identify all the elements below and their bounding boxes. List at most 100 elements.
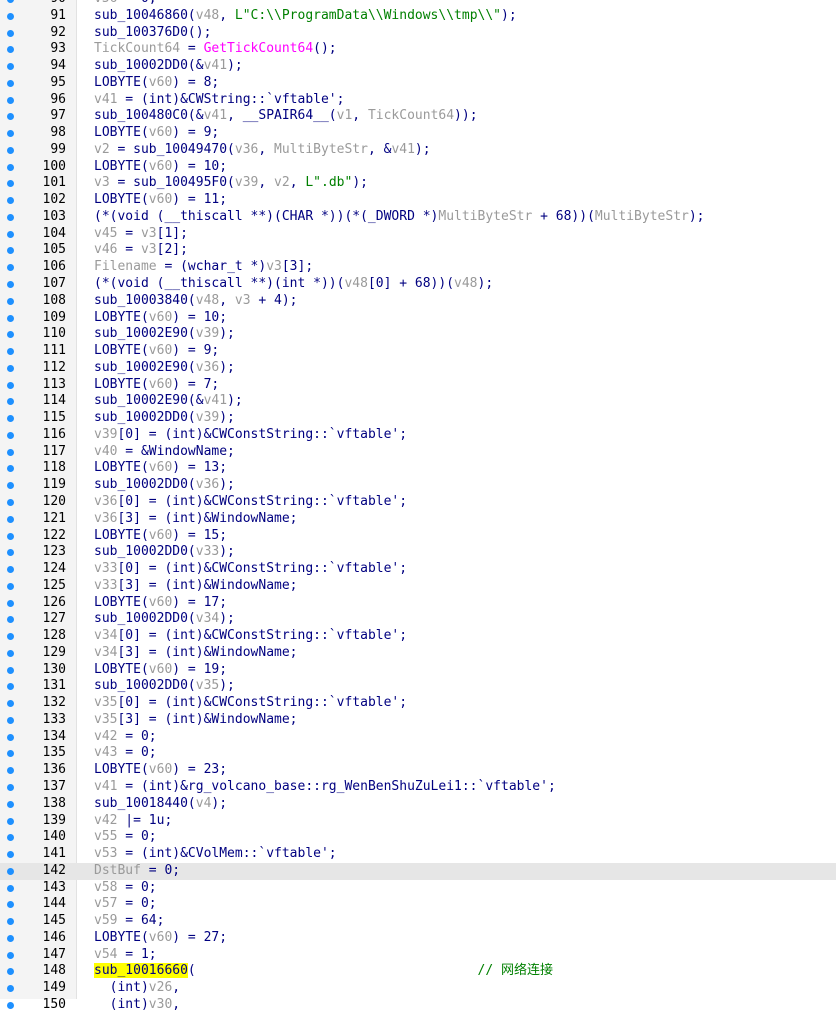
breakpoint-dot-icon[interactable] <box>7 398 14 406</box>
breakpoint-dot-icon[interactable] <box>7 666 14 674</box>
code-line[interactable]: 97 sub_100480C0(&v41, __SPAIR64__(v1, Tic… <box>0 108 836 125</box>
breakpoint-dot-icon[interactable] <box>7 985 14 993</box>
breakpoint-dot-icon[interactable] <box>7 331 14 339</box>
breakpoint-dot-icon[interactable] <box>7 364 14 372</box>
code-line[interactable]: 125 v33[3] = (int)&WindowName; <box>0 578 836 595</box>
breakpoint-dot-icon[interactable] <box>7 465 14 473</box>
breakpoint-dot-icon[interactable] <box>7 616 14 624</box>
breakpoint-dot-icon[interactable] <box>7 800 14 808</box>
breakpoint-dot-icon[interactable] <box>7 297 14 305</box>
breakpoint-dot-icon[interactable] <box>7 0 14 3</box>
breakpoint-dot-icon[interactable] <box>7 197 14 205</box>
code-line[interactable]: 112 sub_10002E90(v36); <box>0 360 836 377</box>
code-line[interactable]: 131 sub_10002DD0(v35); <box>0 678 836 695</box>
breakpoint-dot-icon[interactable] <box>7 264 14 272</box>
code-line[interactable]: 115 sub_10002DD0(v39); <box>0 410 836 427</box>
breakpoint-dot-icon[interactable] <box>7 96 14 104</box>
breakpoint-dot-icon[interactable] <box>7 783 14 791</box>
breakpoint-dot-icon[interactable] <box>7 348 14 356</box>
code-line[interactable]: 98 LOBYTE(v60) = 9; <box>0 125 836 142</box>
breakpoint-dot-icon[interactable] <box>7 968 14 976</box>
breakpoint-dot-icon[interactable] <box>7 163 14 171</box>
breakpoint-dot-icon[interactable] <box>7 599 14 607</box>
code-line[interactable]: 101 v3 = sub_100495F0(v39, v2, L".db"); <box>0 175 836 192</box>
code-line[interactable]: 138 sub_10018440(v4); <box>0 796 836 813</box>
breakpoint-dot-icon[interactable] <box>7 532 14 540</box>
code-line[interactable]: 142 DstBuf = 0; <box>0 862 836 880</box>
breakpoint-dot-icon[interactable] <box>7 582 14 590</box>
breakpoint-dot-icon[interactable] <box>7 63 14 71</box>
breakpoint-dot-icon[interactable] <box>7 549 14 557</box>
code-line[interactable]: 134 v42 = 0; <box>0 729 836 746</box>
breakpoint-dot-icon[interactable] <box>7 230 14 238</box>
breakpoint-dot-icon[interactable] <box>7 381 14 389</box>
breakpoint-dot-icon[interactable] <box>7 867 14 875</box>
code-line[interactable]: 123 sub_10002DD0(v33); <box>0 544 836 561</box>
breakpoint-dot-icon[interactable] <box>7 213 14 221</box>
breakpoint-dot-icon[interactable] <box>7 817 14 825</box>
code-line[interactable]: 150 (int)v30, <box>0 997 836 1014</box>
code-line[interactable]: 104 v45 = v3[1]; <box>0 226 836 243</box>
breakpoint-dot-icon[interactable] <box>7 901 14 909</box>
breakpoint-dot-icon[interactable] <box>7 29 14 37</box>
code-line[interactable]: 129 v34[3] = (int)&WindowName; <box>0 645 836 662</box>
code-line[interactable]: 109 LOBYTE(v60) = 10; <box>0 310 836 327</box>
breakpoint-dot-icon[interactable] <box>7 649 14 657</box>
breakpoint-dot-icon[interactable] <box>7 12 14 20</box>
pseudocode-view[interactable]: 90v56 = 0;91sub_10046860(v48, L"C:\\Prog… <box>0 0 836 1014</box>
code-line[interactable]: 132 v35[0] = (int)&CWConstString::`vftabl… <box>0 695 836 712</box>
breakpoint-dot-icon[interactable] <box>7 566 14 574</box>
code-line[interactable]: 95 LOBYTE(v60) = 8; <box>0 75 836 92</box>
breakpoint-dot-icon[interactable] <box>7 934 14 942</box>
code-line[interactable]: 107 (*(void (__thiscall **)(int *))(v48[0… <box>0 276 836 293</box>
code-line[interactable]: 148 sub_10016660( // 网络连接 <box>0 963 836 980</box>
breakpoint-dot-icon[interactable] <box>7 113 14 121</box>
code-line[interactable]: 128 v34[0] = (int)&CWConstString::`vftabl… <box>0 628 836 645</box>
breakpoint-dot-icon[interactable] <box>7 884 14 892</box>
breakpoint-dot-icon[interactable] <box>7 515 14 523</box>
code-line[interactable]: 119 sub_10002DD0(v36); <box>0 477 836 494</box>
code-line[interactable]: 92 sub_100376D0(); <box>0 25 836 42</box>
code-line[interactable]: 141 v53 = (int)&CVolMem::`vftable'; <box>0 846 836 863</box>
code-line[interactable]: 146 LOBYTE(v60) = 27; <box>0 930 836 947</box>
code-line[interactable]: 114 sub_10002E90(&v41); <box>0 393 836 410</box>
code-line[interactable]: 126 LOBYTE(v60) = 17; <box>0 595 836 612</box>
breakpoint-dot-icon[interactable] <box>7 733 14 741</box>
code-line[interactable]: 136 LOBYTE(v60) = 23; <box>0 762 836 779</box>
code-line[interactable]: 145 v59 = 64; <box>0 913 836 930</box>
code-line[interactable]: 135 v43 = 0; <box>0 745 836 762</box>
breakpoint-dot-icon[interactable] <box>7 683 14 691</box>
code-line[interactable]: 99 v2 = sub_10049470(v36, MultiByteStr, &… <box>0 142 836 159</box>
breakpoint-dot-icon[interactable] <box>7 431 14 439</box>
code-line[interactable]: 127 sub_10002DD0(v34); <box>0 611 836 628</box>
breakpoint-dot-icon[interactable] <box>7 633 14 641</box>
code-line[interactable]: 143 v58 = 0; <box>0 880 836 897</box>
code-line[interactable]: 144 v57 = 0; <box>0 896 836 913</box>
code-line[interactable]: 113 LOBYTE(v60) = 7; <box>0 377 836 394</box>
breakpoint-dot-icon[interactable] <box>7 750 14 758</box>
code-line[interactable]: 147 v54 = 1; <box>0 947 836 964</box>
breakpoint-dot-icon[interactable] <box>7 918 14 926</box>
code-line[interactable]: 120 v36[0] = (int)&CWConstString::`vftabl… <box>0 494 836 511</box>
breakpoint-dot-icon[interactable] <box>7 130 14 138</box>
code-line[interactable]: 93 TickCount64 = GetTickCount64(); <box>0 41 836 58</box>
code-line[interactable]: 122 LOBYTE(v60) = 15; <box>0 528 836 545</box>
breakpoint-dot-icon[interactable] <box>7 834 14 842</box>
breakpoint-dot-icon[interactable] <box>7 1001 14 1009</box>
code-line[interactable]: 96 v41 = (int)&CWString::`vftable'; <box>0 92 836 109</box>
code-line[interactable]: 149 (int)v26, <box>0 980 836 997</box>
code-line[interactable]: 116 v39[0] = (int)&CWConstString::`vftabl… <box>0 427 836 444</box>
code-line[interactable]: 108 sub_10003840(v48, v3 + 4); <box>0 293 836 310</box>
breakpoint-dot-icon[interactable] <box>7 498 14 506</box>
code-line[interactable]: 137 v41 = (int)&rg_volcano_base::rg_WenBe… <box>0 779 836 796</box>
code-line[interactable]: 117 v40 = &WindowName; <box>0 444 836 461</box>
code-line[interactable]: 140 v55 = 0; <box>0 829 836 846</box>
breakpoint-dot-icon[interactable] <box>7 951 14 959</box>
breakpoint-dot-icon[interactable] <box>7 716 14 724</box>
code-line[interactable]: 105 v46 = v3[2]; <box>0 242 836 259</box>
code-line[interactable]: 124 v33[0] = (int)&CWConstString::`vftabl… <box>0 561 836 578</box>
code-line[interactable]: 90 v56 = 0; <box>0 0 836 8</box>
breakpoint-dot-icon[interactable] <box>7 314 14 322</box>
breakpoint-dot-icon[interactable] <box>7 851 14 859</box>
code-line[interactable]: 133 v35[3] = (int)&WindowName; <box>0 712 836 729</box>
